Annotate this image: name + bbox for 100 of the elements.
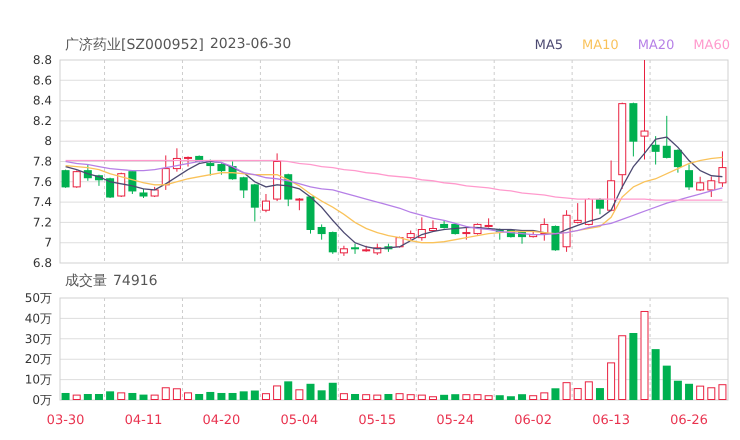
candlestick xyxy=(440,220,448,229)
volume-bar xyxy=(496,395,504,400)
volume-bar xyxy=(84,394,92,400)
date-label: 04-11 xyxy=(124,413,162,428)
volume-bar xyxy=(618,335,626,400)
candlestick xyxy=(318,224,326,240)
candlestick xyxy=(195,154,204,164)
volume-bar xyxy=(384,394,392,400)
candlestick xyxy=(518,231,526,244)
candlestick xyxy=(496,228,504,240)
date-text: 2023-06-30 xyxy=(210,36,292,54)
axis-label: 8.4 xyxy=(32,94,52,108)
volume-bar xyxy=(574,388,582,400)
volume-label: 成交量 xyxy=(65,272,107,290)
volume-bar xyxy=(696,386,704,400)
volume-bar xyxy=(584,381,593,400)
date-label: 04-20 xyxy=(202,413,240,428)
candlestick xyxy=(328,231,337,254)
candlestick xyxy=(596,198,604,215)
volume-bar xyxy=(284,381,292,400)
candlestick xyxy=(662,115,671,159)
axis-label: 30万 xyxy=(24,332,52,346)
axis-label: 0万 xyxy=(32,393,52,407)
volume-bar xyxy=(418,394,426,400)
volume-bar xyxy=(540,392,548,400)
volume-bar xyxy=(195,394,204,400)
candlestick xyxy=(574,202,582,224)
date-label: 06-02 xyxy=(514,413,552,428)
volume-bar xyxy=(128,392,136,400)
volume-bar xyxy=(206,392,214,400)
volume-bar xyxy=(217,392,226,400)
axis-label: 7 xyxy=(44,236,52,250)
candlestick xyxy=(551,224,560,252)
candlestick xyxy=(652,136,660,166)
date-label: 06-13 xyxy=(592,413,630,428)
volume-bar xyxy=(518,394,526,400)
volume-bar xyxy=(718,384,726,400)
candlestick xyxy=(696,176,704,192)
volume-bar xyxy=(484,395,493,400)
candlestick xyxy=(340,245,348,256)
volume-bar xyxy=(474,394,482,400)
volume-bar xyxy=(94,394,103,400)
candlestick xyxy=(428,220,437,232)
volume-bar xyxy=(373,394,382,400)
candlestick xyxy=(607,160,616,212)
candlestick xyxy=(685,164,694,190)
axis-label: 8.6 xyxy=(32,73,52,88)
candlestick xyxy=(462,226,470,240)
axis-label: 7.4 xyxy=(32,195,52,210)
volume-bar xyxy=(172,388,181,400)
candlestick xyxy=(228,161,237,180)
candlestick xyxy=(562,210,571,252)
volume-bar xyxy=(228,392,237,400)
volume-bar xyxy=(340,393,348,400)
candlestick xyxy=(540,218,548,242)
volume-bar xyxy=(295,389,304,400)
candlestick xyxy=(172,148,181,172)
volume-bar xyxy=(306,384,314,400)
volume-bar xyxy=(652,349,660,400)
candlestick xyxy=(707,176,716,198)
candlestick xyxy=(418,216,426,242)
candlestick xyxy=(206,158,214,176)
volume-bar xyxy=(262,393,270,400)
legend-label: MA20 xyxy=(638,38,674,52)
volume-bar xyxy=(406,394,415,400)
volume-bar xyxy=(529,395,538,400)
candlestick xyxy=(406,230,415,240)
candlestick xyxy=(273,152,282,202)
date-label: 06-26 xyxy=(670,413,708,428)
volume-bar xyxy=(150,394,159,400)
volume-bar xyxy=(428,396,437,400)
candlestick xyxy=(295,198,304,211)
volume-bar xyxy=(562,382,571,400)
volume-bar xyxy=(140,394,148,400)
candlestick xyxy=(351,243,360,254)
candlestick xyxy=(584,198,593,226)
volume-bar xyxy=(685,384,694,400)
volume-bar xyxy=(674,380,682,400)
date-label: 05-15 xyxy=(358,413,396,428)
axis-label: 6.8 xyxy=(32,256,52,270)
axis-label: 8.2 xyxy=(32,114,52,128)
volume-bar xyxy=(162,387,170,400)
legend-label: MA5 xyxy=(534,38,564,52)
axis-label: 7.8 xyxy=(32,154,52,168)
volume-bar xyxy=(273,385,282,400)
candlestick xyxy=(284,173,292,207)
axis-label: 7.2 xyxy=(32,215,52,230)
candlestick xyxy=(529,230,538,238)
volume-bar xyxy=(351,394,360,400)
volume-bar xyxy=(328,382,337,400)
candlestick xyxy=(362,245,370,252)
candlestick xyxy=(674,148,682,174)
volume-bar xyxy=(462,394,470,400)
candlestick xyxy=(84,164,92,182)
candlestick xyxy=(62,169,70,188)
volume-bar xyxy=(551,388,560,400)
volume-bar xyxy=(440,394,448,400)
volume-bar xyxy=(117,392,126,400)
volume-bar xyxy=(250,390,259,400)
volume-bar xyxy=(184,392,192,400)
